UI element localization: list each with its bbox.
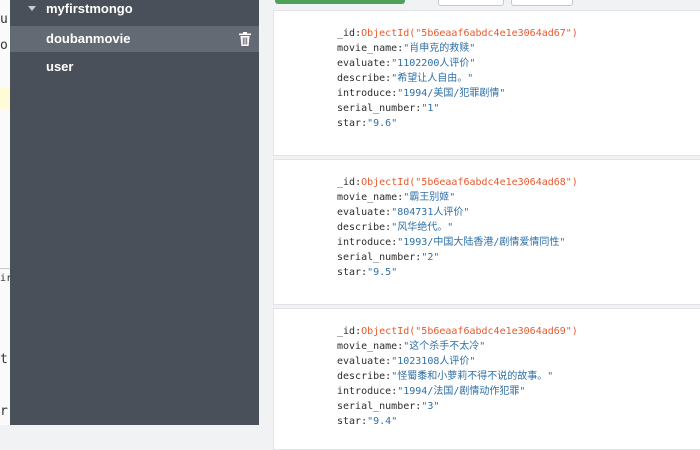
editor-separator: [0, 268, 10, 269]
field-key: serial_number: [337, 252, 416, 263]
field-value: "这个杀手不太冷": [403, 341, 486, 352]
collection-item-user[interactable]: user: [10, 54, 259, 80]
field-value: "肖申克的救赎": [403, 43, 476, 54]
field-key: evaluate: [337, 356, 386, 367]
editor-line-highlight: [0, 87, 10, 109]
field-key: introduce: [337, 237, 392, 248]
field-value: "1994/美国/犯罪剧情": [397, 88, 506, 99]
field-value: "怪蜀黍和小萝莉不得不说的故事。": [391, 371, 554, 382]
database-sidebar: myfirstmongo doubanmovie user: [10, 0, 259, 425]
field-key: describe: [337, 73, 386, 84]
field-value: "希望让人自由。": [391, 73, 474, 84]
chevron-down-icon[interactable]: [28, 6, 36, 11]
document-fields: _id:ObjectId("5b6eaaf6abdc4e1e3064ad67")…: [337, 28, 578, 129]
field-key: evaluate: [337, 207, 386, 218]
field-key: serial_number: [337, 401, 416, 412]
editor-glyph: u: [0, 12, 8, 27]
object-id-value: ObjectId("5b6eaaf6abdc4e1e3064ad67"): [361, 28, 578, 39]
field-value: "1023108人评价": [391, 356, 476, 367]
field-value: "2": [421, 252, 440, 263]
object-id-value: ObjectId("5b6eaaf6abdc4e1e3064ad68"): [361, 177, 578, 188]
view-toggle-button[interactable]: [438, 0, 504, 6]
collection-item-doubanmovie[interactable]: doubanmovie: [10, 26, 259, 52]
trash-icon[interactable]: [239, 32, 251, 46]
field-value: "9.5": [367, 267, 398, 278]
field-key: describe: [337, 371, 386, 382]
field-key: star: [337, 416, 362, 427]
document-card[interactable]: _id:ObjectId("5b6eaaf6abdc4e1e3064ad69")…: [273, 308, 700, 450]
field-key: _id: [337, 177, 356, 188]
field-key: serial_number: [337, 103, 416, 114]
field-key: _id: [337, 326, 356, 337]
field-value: "804731人评价": [391, 207, 470, 218]
document-fields: _id:ObjectId("5b6eaaf6abdc4e1e3064ad69")…: [337, 326, 578, 427]
editor-glyph: r: [0, 404, 8, 419]
db-tree-label: myfirstmongo: [46, 1, 133, 16]
field-key: introduce: [337, 386, 392, 397]
field-value: "1993/中国大陆香港/剧情爱情同性": [397, 237, 566, 248]
collection-label: user: [46, 59, 74, 74]
field-value: "9.6": [367, 118, 398, 129]
field-value: "3": [421, 401, 440, 412]
object-id-value: ObjectId("5b6eaaf6abdc4e1e3064ad69"): [361, 326, 578, 337]
field-key: star: [337, 118, 362, 129]
db-tree-item-myfirstmongo[interactable]: myfirstmongo: [10, 0, 259, 22]
document-card[interactable]: _id:ObjectId("5b6eaaf6abdc4e1e3064ad67")…: [273, 10, 700, 156]
field-key: _id: [337, 28, 356, 39]
field-value: "1": [421, 103, 440, 114]
field-key: star: [337, 267, 362, 278]
field-key: movie_name: [337, 43, 398, 54]
field-key: movie_name: [337, 341, 398, 352]
field-key: evaluate: [337, 58, 386, 69]
collection-label: doubanmovie: [46, 31, 131, 46]
add-document-button[interactable]: [275, 0, 405, 4]
field-key: movie_name: [337, 192, 398, 203]
field-value: "1102200人评价": [391, 58, 476, 69]
document-card[interactable]: _id:ObjectId("5b6eaaf6abdc4e1e3064ad68")…: [273, 159, 700, 305]
editor-glyph: t: [0, 352, 8, 367]
field-key: introduce: [337, 88, 392, 99]
document-list-panel: _id:ObjectId("5b6eaaf6abdc4e1e3064ad67")…: [259, 0, 700, 450]
view-toggle-button[interactable]: [511, 0, 573, 6]
field-value: "1994/法国/剧情动作犯罪": [397, 386, 526, 397]
editor-glyph: o: [0, 38, 8, 53]
field-value: "霸王别姬": [403, 192, 456, 203]
document-fields: _id:ObjectId("5b6eaaf6abdc4e1e3064ad68")…: [337, 177, 578, 278]
field-value: "风华绝代。": [391, 222, 454, 233]
field-value: "9.4": [367, 416, 398, 427]
field-key: describe: [337, 222, 386, 233]
